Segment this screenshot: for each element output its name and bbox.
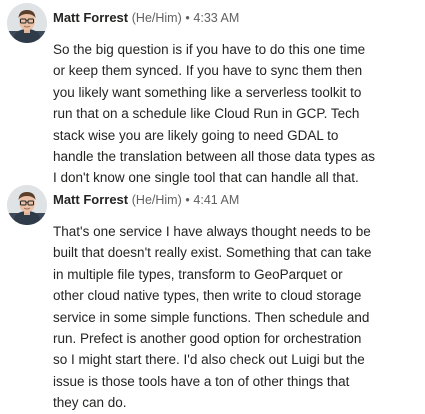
message-line: stack wise you are likely going to need …: [53, 127, 339, 143]
header-separator: •: [185, 193, 190, 207]
message-line: handle the translation between all those…: [53, 149, 375, 165]
message-line: run. Prefect is another good option for …: [53, 331, 362, 347]
avatar[interactable]: [7, 3, 47, 43]
message-line: you likely want something like a serverl…: [53, 84, 362, 100]
header-separator: •: [185, 11, 190, 25]
message-body: That's one service I have always thought…: [53, 221, 421, 414]
message-line: run that on a schedule like Cloud Run in…: [53, 106, 360, 122]
message-header: Matt Forrest (He/Him) • 4:41 AM: [53, 192, 239, 208]
message-line: I don't know one single tool that can ha…: [53, 170, 359, 186]
message-timestamp: 4:33 AM: [193, 11, 240, 25]
message-line: issue is those tools have a ton of other…: [53, 373, 350, 389]
message-line: in multiple file types, transform to Geo…: [53, 266, 343, 282]
message-body: So the big question is if you have to do…: [53, 39, 421, 189]
message-line: built that doesn't really exist. Somethi…: [53, 245, 372, 261]
message-line: other cloud native types, then write to …: [53, 288, 362, 304]
message-header: Matt Forrest (He/Him) • 4:33 AM: [53, 10, 239, 26]
author-pronouns: (He/Him): [131, 11, 182, 25]
message-line: service in some simple functions. Then s…: [53, 309, 370, 325]
message-line: so I might start there. I'd also check o…: [53, 352, 365, 368]
message-timestamp: 4:41 AM: [193, 193, 240, 207]
author-pronouns: (He/Him): [131, 193, 182, 207]
avatar[interactable]: [7, 185, 47, 225]
message-line: they can do.: [53, 395, 127, 411]
message-line: So the big question is if you have to do…: [53, 42, 366, 57]
author-name[interactable]: Matt Forrest: [53, 10, 128, 25]
message-line: or keep them synced. If you have to sync…: [53, 63, 363, 79]
author-name[interactable]: Matt Forrest: [53, 192, 128, 207]
message-line: That's one service I have always thought…: [53, 224, 371, 239]
